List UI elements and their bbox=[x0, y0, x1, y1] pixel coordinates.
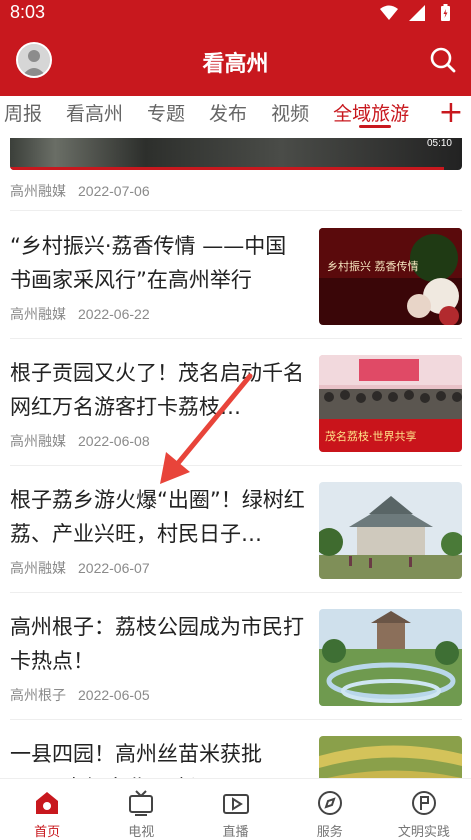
item-date: 2022-06-05 bbox=[78, 687, 150, 703]
channel-tabs-list: 周报 看高州 专题 发布 视频 全域旅游 bbox=[0, 96, 421, 138]
thumb-caption: 乡村振兴 荔香传情 bbox=[327, 259, 419, 273]
item-source: 高州融媒 bbox=[10, 306, 66, 322]
item-date: 2022-06-08 bbox=[78, 433, 150, 449]
article-meta: 高州融媒 2022-06-07 bbox=[10, 558, 150, 578]
top-item-meta: 高州融媒 2022-07-06 bbox=[10, 181, 150, 201]
nav-label: 首页 bbox=[34, 825, 61, 840]
nav-label: 直播 bbox=[222, 825, 249, 840]
flag-circle-icon bbox=[411, 791, 436, 815]
tab-1[interactable]: 看高州 bbox=[54, 96, 135, 138]
news-feed[interactable]: 05:10 高州融媒 2022-07-06 “乡村振兴·荔香传情 ——中国书画家采… bbox=[0, 138, 471, 778]
list-item[interactable]: 一县四园！高州丝苗米获批2022省级产业园建设 bbox=[0, 719, 471, 778]
wifi-icon bbox=[380, 5, 398, 20]
article-thumbnail: 乡村振兴 荔香传情 bbox=[319, 228, 462, 325]
list-item[interactable]: 根子贡园又火了！茂名启动千名网红万名游客打卡荔枝… 高州融媒 2022-06-08… bbox=[0, 338, 471, 465]
bottom-nav: 首页 电视 直播 服务 文明实践 bbox=[0, 778, 471, 840]
article-meta: 高州融媒 2022-06-08 bbox=[10, 431, 150, 451]
item-source: 高州融媒 bbox=[10, 183, 66, 199]
item-source: 高州融媒 bbox=[10, 560, 66, 576]
article-thumbnail: 茂名荔枝·世界共享 bbox=[319, 355, 462, 452]
nav-label: 文明实践 bbox=[397, 825, 450, 840]
thumb-caption: 茂名荔枝·世界共享 bbox=[325, 429, 417, 443]
tab-2[interactable]: 专题 bbox=[135, 96, 197, 138]
tab-4[interactable]: 视频 bbox=[259, 96, 321, 138]
article-title: 根子贡园又火了！茂名启动千名网红万名游客打卡荔枝… bbox=[10, 361, 304, 419]
add-channel-button[interactable]: + bbox=[431, 96, 471, 138]
item-date: 2022-07-06 bbox=[78, 183, 150, 199]
item-source: 高州根子 bbox=[10, 687, 66, 703]
tab-5[interactable]: 全域旅游 bbox=[321, 96, 421, 138]
tab-0[interactable]: 周报 bbox=[0, 96, 54, 138]
nav-label: 电视 bbox=[128, 825, 155, 840]
item-date: 2022-06-22 bbox=[78, 306, 150, 322]
battery-icon bbox=[441, 4, 450, 21]
nav-item-tv[interactable]: 电视 bbox=[94, 779, 188, 840]
nav-item-live[interactable]: 直播 bbox=[188, 779, 282, 840]
list-item[interactable]: “乡村振兴·荔香传情 ——中国书画家采风行”在高州举行 高州融媒 2022-06-… bbox=[0, 211, 471, 338]
status-icons bbox=[379, 3, 455, 23]
article-title: “乡村振兴·荔香传情 ——中国书画家采风行”在高州举行 bbox=[10, 234, 287, 292]
home-icon bbox=[36, 792, 59, 814]
nav-item-service[interactable]: 服务 bbox=[283, 779, 377, 840]
compass-icon bbox=[317, 791, 342, 815]
nav-label: 服务 bbox=[316, 825, 343, 840]
article-title: 一县四园！高州丝苗米获批2022省级产业园建设 bbox=[10, 742, 262, 778]
article-title: 高州根子：荔枝公园成为市民打卡热点！ bbox=[10, 615, 304, 673]
channel-tabs: 周报 看高州 专题 发布 视频 全域旅游 + bbox=[0, 96, 471, 138]
tv-icon bbox=[129, 790, 154, 816]
page-title: 看高州 bbox=[202, 52, 269, 77]
status-bar: 8:03 bbox=[0, 0, 471, 26]
article-title: 根子荔乡游火爆“出圈”！绿树红荔、产业兴旺，村民日子… bbox=[10, 488, 305, 546]
live-icon bbox=[222, 794, 249, 814]
video-duration: 05:10 bbox=[426, 138, 452, 149]
item-source: 高州融媒 bbox=[10, 433, 66, 449]
item-date: 2022-06-07 bbox=[78, 560, 150, 576]
article-thumbnail bbox=[319, 609, 462, 706]
nav-item-home[interactable]: 首页 bbox=[0, 779, 94, 840]
nav-item-civilization[interactable]: 文明实践 bbox=[377, 779, 471, 840]
article-thumbnail bbox=[319, 736, 462, 778]
list-item[interactable]: 根子荔乡游火爆“出圈”！绿树红荔、产业兴旺，村民日子… 高州融媒 2022-06-… bbox=[0, 465, 471, 592]
status-time: 8:03 bbox=[10, 2, 46, 22]
signal-icon bbox=[409, 5, 425, 21]
video-progress-bar bbox=[10, 167, 444, 170]
article-thumbnail bbox=[319, 482, 462, 579]
article-meta: 高州融媒 2022-06-22 bbox=[10, 304, 150, 324]
video-thumbnail[interactable]: 05:10 bbox=[10, 138, 462, 170]
article-meta: 高州根子 2022-06-05 bbox=[10, 685, 150, 705]
app-header: 看高州 bbox=[0, 26, 471, 96]
tab-3[interactable]: 发布 bbox=[197, 96, 259, 138]
search-icon[interactable] bbox=[427, 44, 459, 76]
list-item[interactable]: 高州根子：荔枝公园成为市民打卡热点！ 高州根子 2022-06-05 bbox=[0, 592, 471, 719]
